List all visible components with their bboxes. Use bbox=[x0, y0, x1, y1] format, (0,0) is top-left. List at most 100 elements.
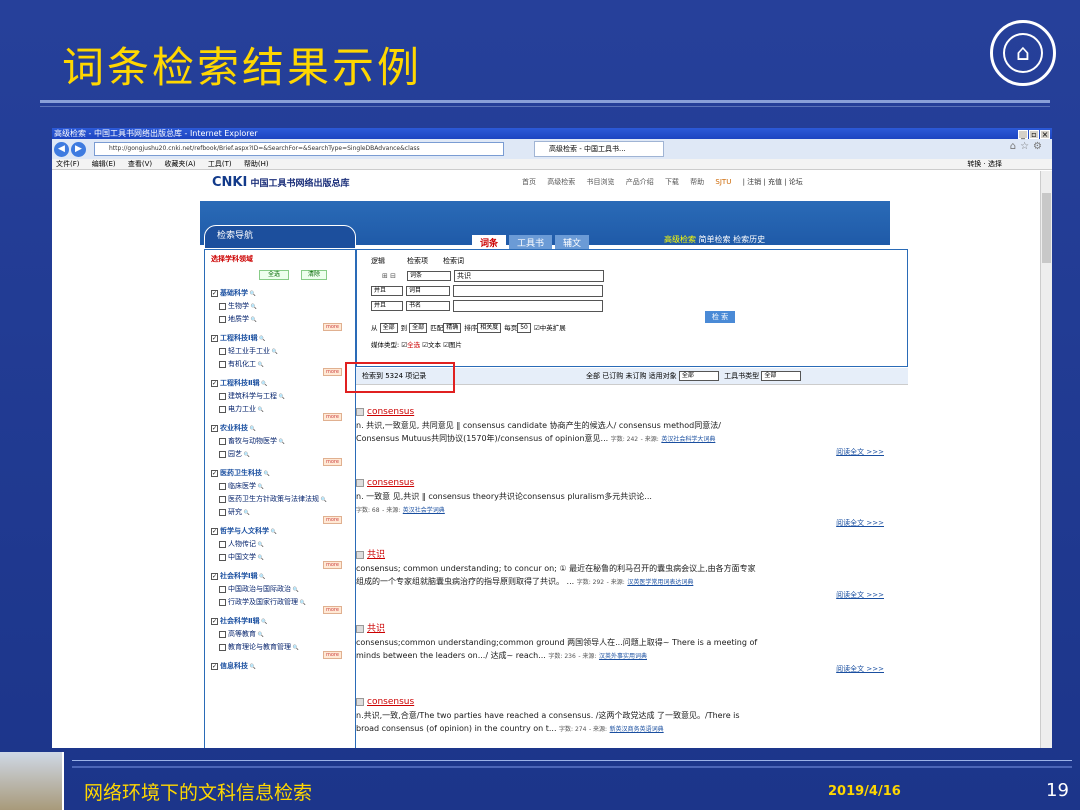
search-icon[interactable]: 🔍 bbox=[270, 349, 278, 355]
menu-favorites[interactable]: 收藏夹(A) bbox=[164, 160, 195, 168]
browser-tab[interactable]: 高级检索 - 中国工具书... bbox=[534, 141, 664, 157]
search-icon[interactable]: 🔍 bbox=[260, 619, 267, 625]
checkbox[interactable] bbox=[219, 553, 226, 561]
nav-subject-item[interactable]: ✓ 哲学与人文科学 🔍 bbox=[211, 526, 277, 536]
term-input-1[interactable]: 共识 bbox=[454, 270, 604, 282]
term-input-3[interactable] bbox=[453, 300, 603, 312]
checkbox[interactable] bbox=[219, 360, 226, 368]
add-remove-row-icon[interactable]: ⊞ ⊟ bbox=[371, 272, 407, 280]
checkbox[interactable] bbox=[219, 585, 226, 593]
search-icon[interactable]: 🔍 bbox=[256, 362, 264, 368]
menu-file[interactable]: 文件(F) bbox=[56, 160, 80, 168]
menu-view[interactable]: 查看(V) bbox=[128, 160, 152, 168]
clear-button[interactable]: 清除 bbox=[301, 270, 327, 280]
topnav-intro[interactable]: 产品介绍 bbox=[626, 178, 654, 186]
book-type-select[interactable]: 全部 bbox=[761, 371, 802, 381]
audience-select[interactable]: 全部 bbox=[678, 371, 719, 381]
checkbox[interactable] bbox=[219, 450, 226, 458]
nav-subject-item[interactable]: 园艺 🔍 bbox=[219, 449, 250, 459]
more-button[interactable]: more bbox=[323, 561, 342, 569]
checkbox[interactable] bbox=[219, 495, 226, 503]
forward-icon[interactable]: ▶ bbox=[71, 141, 86, 157]
result-source-link[interactable]: 英汉社会科学大词典 bbox=[661, 436, 715, 443]
from-year-select[interactable]: 全部 bbox=[379, 323, 398, 333]
search-icon[interactable]: 🔍 bbox=[256, 632, 264, 638]
field-select-3[interactable]: 书名 bbox=[406, 301, 450, 311]
read-full-text-link[interactable]: 阅读全文 >>> bbox=[836, 663, 884, 676]
checkbox[interactable] bbox=[219, 347, 226, 355]
nav-subject-item[interactable]: 人物传记 🔍 bbox=[219, 539, 264, 549]
media-image-checkbox[interactable]: 图片 bbox=[449, 341, 462, 349]
checkbox[interactable]: ✓ bbox=[211, 572, 218, 580]
checkbox[interactable] bbox=[219, 482, 226, 490]
logic-select-3[interactable]: 并且 bbox=[371, 301, 403, 311]
checkbox[interactable] bbox=[219, 302, 226, 310]
nav-subject-item[interactable]: ✓ 社会科学Ⅱ辑 🔍 bbox=[211, 616, 268, 626]
home-star-gear-icons[interactable]: ⌂☆⚙ bbox=[1010, 141, 1046, 152]
nav-subject-item[interactable]: 地质学 🔍 bbox=[219, 314, 257, 324]
nav-subject-item[interactable]: 有机化工 🔍 bbox=[219, 359, 264, 369]
checkbox[interactable] bbox=[219, 315, 226, 323]
checkbox[interactable]: ✓ bbox=[211, 379, 218, 387]
result-source-link[interactable]: 汉英医学常用词表达词典 bbox=[627, 579, 693, 586]
menu-edit[interactable]: 编辑(E) bbox=[92, 160, 116, 168]
checkbox[interactable] bbox=[219, 405, 226, 413]
search-icon[interactable]: 🔍 bbox=[319, 497, 327, 503]
checkbox[interactable] bbox=[219, 643, 226, 651]
checkbox[interactable] bbox=[219, 437, 226, 445]
checkbox[interactable] bbox=[219, 598, 226, 606]
result-title[interactable]: 共识 bbox=[367, 624, 385, 634]
nav-subject-item[interactable]: 教育理论与教育管理 🔍 bbox=[219, 642, 299, 652]
match-select[interactable]: 精确 bbox=[443, 323, 462, 333]
checkbox[interactable] bbox=[219, 540, 226, 548]
search-icon[interactable]: 🔍 bbox=[298, 600, 306, 606]
nav-subject-item[interactable]: 畜牧与动物医学 🔍 bbox=[219, 436, 285, 446]
more-button[interactable]: more bbox=[323, 323, 342, 331]
search-icon[interactable]: 🔍 bbox=[258, 574, 265, 580]
topnav-advanced[interactable]: 高级检索 bbox=[547, 178, 575, 186]
checkbox[interactable] bbox=[219, 508, 226, 516]
result-title[interactable]: consensus bbox=[367, 407, 414, 417]
to-year-select[interactable]: 全部 bbox=[409, 323, 428, 333]
result-source-link[interactable]: 英汉社会学词典 bbox=[403, 507, 445, 514]
advanced-search-link[interactable]: 高级检索 bbox=[664, 235, 696, 244]
checkbox[interactable] bbox=[219, 392, 226, 400]
search-icon[interactable]: 🔍 bbox=[248, 426, 256, 432]
topnav-browse[interactable]: 书目浏览 bbox=[586, 178, 614, 186]
checkbox[interactable]: ✓ bbox=[211, 424, 218, 432]
search-icon[interactable]: 🔍 bbox=[256, 555, 264, 561]
translate-select-tools[interactable]: 转换 · 选择 bbox=[967, 159, 1002, 170]
search-icon[interactable]: 🔍 bbox=[269, 529, 277, 535]
nav-subject-item[interactable]: 高等教育 🔍 bbox=[219, 629, 264, 639]
search-icon[interactable]: 🔍 bbox=[249, 304, 257, 310]
user-name[interactable]: SJTU bbox=[715, 178, 731, 186]
address-input[interactable]: http://gongjushu20.cnki.net/refbook/Brie… bbox=[94, 142, 504, 156]
page-scrollbar[interactable] bbox=[1040, 171, 1052, 748]
scroll-thumb[interactable] bbox=[1042, 193, 1051, 263]
close-button[interactable]: × bbox=[1040, 130, 1050, 139]
menu-tools[interactable]: 工具(T) bbox=[208, 160, 232, 168]
field-select-1[interactable]: 词条 bbox=[407, 271, 451, 281]
topnav-help[interactable]: 帮助 bbox=[690, 178, 704, 186]
search-icon[interactable]: 🔍 bbox=[258, 336, 265, 342]
term-input-2[interactable] bbox=[453, 285, 603, 297]
checkbox[interactable]: ✓ bbox=[211, 617, 218, 625]
nav-subject-item[interactable]: 建筑科学与工程 🔍 bbox=[219, 391, 285, 401]
search-icon[interactable]: 🔍 bbox=[262, 471, 270, 477]
search-icon[interactable]: 🔍 bbox=[242, 452, 250, 458]
checkbox[interactable]: ✓ bbox=[211, 662, 218, 670]
menu-help[interactable]: 帮助(H) bbox=[244, 160, 269, 168]
checkbox[interactable]: ✓ bbox=[211, 527, 218, 535]
nav-subject-item[interactable]: 轻工业手工业 🔍 bbox=[219, 346, 278, 356]
search-button[interactable]: 检 索 bbox=[705, 311, 735, 323]
nav-subject-item[interactable]: ✓ 工程科技Ⅱ辑 🔍 bbox=[211, 378, 268, 388]
search-icon[interactable]: 🔍 bbox=[260, 381, 267, 387]
nav-subject-item[interactable]: 电力工业 🔍 bbox=[219, 404, 264, 414]
nav-subject-item[interactable]: ✓ 信息科技 🔍 bbox=[211, 661, 256, 671]
nav-subject-item[interactable]: 中国政治与国际政治 🔍 bbox=[219, 584, 299, 594]
checkbox[interactable]: ✓ bbox=[211, 334, 218, 342]
nav-subject-item[interactable]: 中国文学 🔍 bbox=[219, 552, 264, 562]
nav-subject-item[interactable]: ✓ 社会科学Ⅰ辑 🔍 bbox=[211, 571, 266, 581]
user-links[interactable]: | 注销 | 充值 | 论坛 bbox=[743, 178, 803, 186]
sort-select[interactable]: 相关度 bbox=[477, 323, 502, 333]
